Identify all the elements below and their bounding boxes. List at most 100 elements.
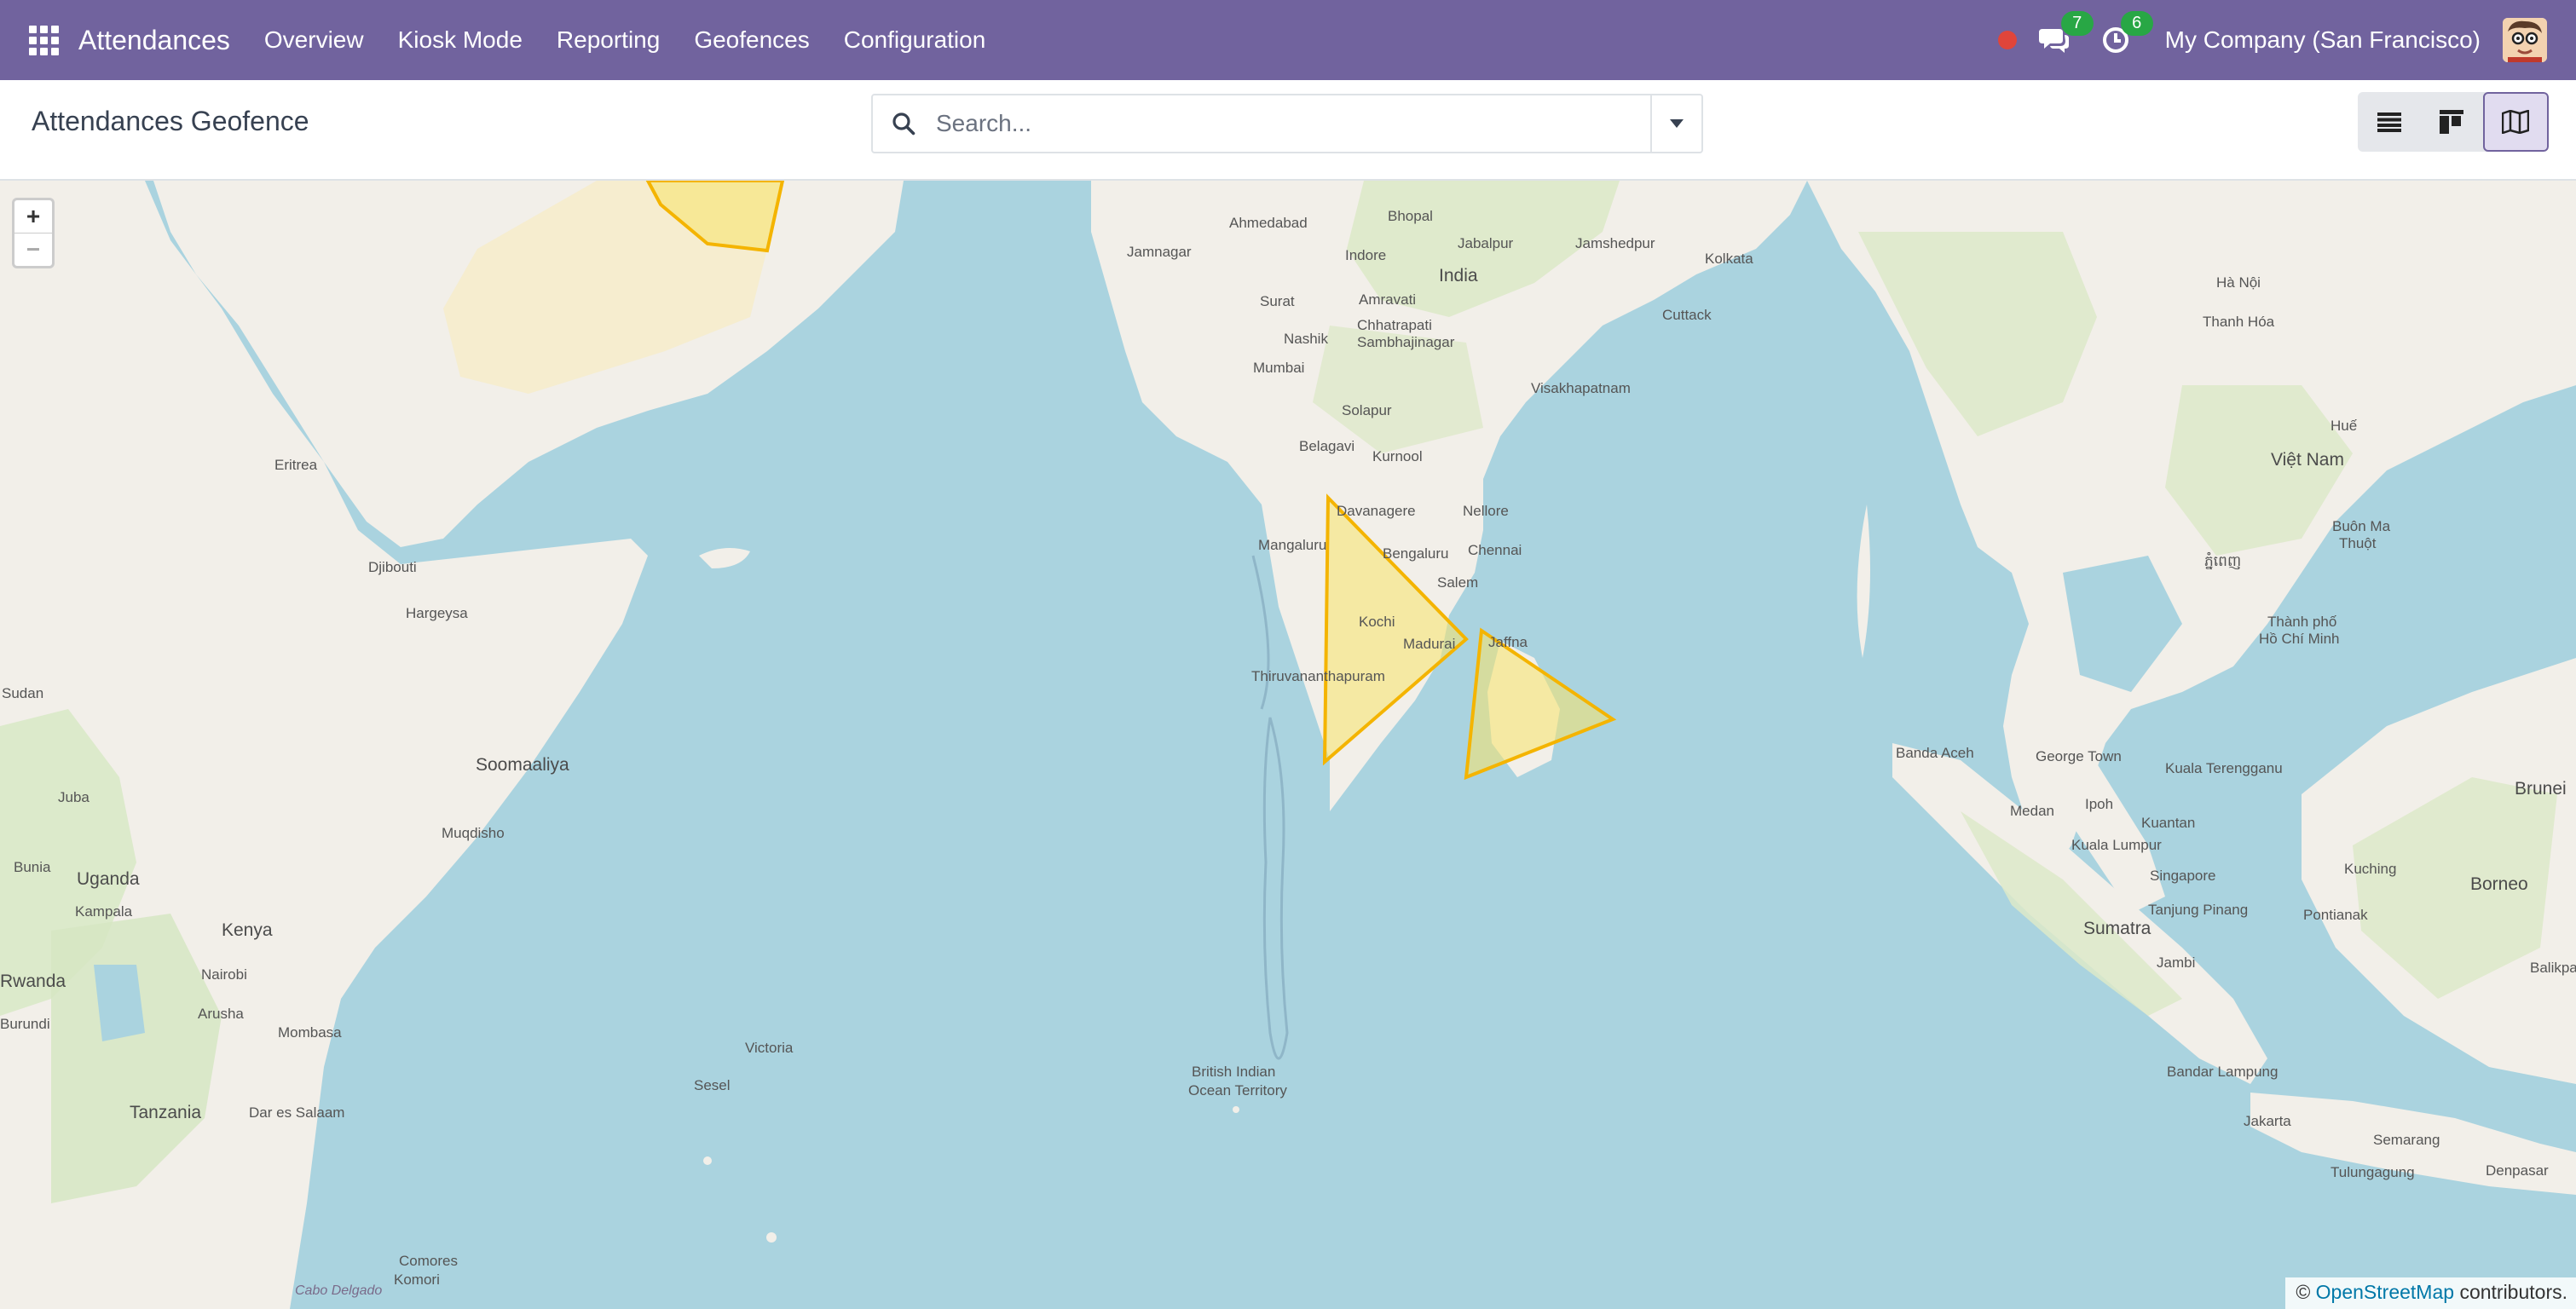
map-label: Cuttack [1662, 307, 1712, 323]
company-switcher[interactable]: My Company (San Francisco) [2165, 26, 2481, 54]
map-label: Bunia [14, 859, 51, 875]
map-label: Davanagere [1337, 503, 1416, 519]
map-label: Belagavi [1299, 438, 1355, 454]
map-zoom-control: + − [12, 198, 55, 268]
map-label: Visakhapatnam [1531, 380, 1631, 396]
map-label: Ahmedabad [1229, 215, 1308, 231]
map-label: Denpasar [2486, 1162, 2549, 1179]
map-label: Comores [399, 1253, 458, 1269]
map-label: Kuching [2344, 861, 2397, 877]
map-label: Chennai [1468, 542, 1522, 558]
menu-overview[interactable]: Overview [247, 26, 381, 54]
search-icon [873, 112, 934, 136]
map-label: Surat [1260, 293, 1295, 309]
map-label: Eritrea [274, 457, 318, 473]
map-label: Pontianak [2303, 907, 2368, 923]
geofence-map[interactable]: Ahmedabad Bhopal Jabalpur Jamshedpur Kol… [0, 181, 2576, 1309]
messages-count-badge: 7 [2060, 11, 2094, 36]
app-name[interactable]: Attendances [78, 25, 230, 56]
list-view-button[interactable] [2358, 92, 2420, 152]
map-label: Sambhajinagar [1357, 334, 1455, 350]
map-label: Bengaluru [1383, 545, 1449, 562]
recording-indicator-icon[interactable] [1997, 31, 2017, 49]
map-label: Tanzania [130, 1103, 202, 1122]
map-label: Mangaluru [1258, 537, 1327, 553]
map-label: Ipoh [2085, 796, 2114, 812]
map-label: Amravati [1359, 291, 1417, 308]
map-label: Victoria [745, 1040, 794, 1056]
map-label: Soomaaliya [476, 755, 569, 775]
map-label: Thuột [2339, 535, 2377, 551]
zoom-out-button[interactable]: − [14, 233, 52, 266]
map-label: Borneo [2470, 874, 2528, 894]
menu-reporting[interactable]: Reporting [540, 26, 677, 54]
map-label: Sudan [2, 685, 44, 701]
map-label: Sumatra [2083, 919, 2151, 938]
map-label: Uganda [77, 869, 140, 889]
map-label: Tulungagung [2331, 1164, 2415, 1180]
map-label: Madurai [1403, 636, 1456, 652]
kanban-icon [2439, 110, 2463, 134]
control-panel: Attendances Geofence [0, 80, 2576, 181]
map-attribution: © OpenStreetMap contributors. [2285, 1277, 2576, 1309]
map-label: Burundi [0, 1016, 50, 1032]
map-label: George Town [2036, 748, 2122, 764]
menu-configuration[interactable]: Configuration [827, 26, 1003, 54]
map-tiles [0, 181, 2576, 1309]
map-label: Hồ Chí Minh [2259, 631, 2340, 647]
map-label: Thiruvananthapuram [1251, 668, 1385, 684]
list-icon [2377, 112, 2401, 132]
map-label: Solapur [1342, 402, 1392, 418]
map-label: Djibouti [368, 559, 417, 575]
caret-down-icon [1670, 119, 1684, 128]
map-label: Komori [394, 1272, 440, 1288]
map-label: Mombasa [278, 1024, 342, 1041]
map-label: British Indian [1192, 1064, 1276, 1080]
map-label: Hà Nội [2216, 274, 2261, 291]
activities-button[interactable]: 6 [2102, 11, 2153, 54]
map-label: Singapore [2150, 868, 2216, 884]
openstreetmap-link[interactable]: OpenStreetMap [2316, 1281, 2454, 1303]
search-input[interactable] [934, 95, 1650, 153]
map-label: Brunei [2515, 779, 2567, 799]
search-bar[interactable] [871, 94, 1703, 153]
map-label: Sesel [694, 1077, 731, 1093]
map-label: Bhopal [1388, 208, 1433, 224]
menu-kiosk-mode[interactable]: Kiosk Mode [381, 26, 540, 54]
map-label: Hargeysa [406, 605, 468, 621]
activities-count-badge: 6 [2120, 11, 2153, 36]
map-label: ភ្នំពេញ [2204, 553, 2242, 569]
map-label: Salem [1437, 574, 1479, 591]
map-label: Mumbai [1253, 360, 1305, 376]
map-label: Tanjung Pinang [2148, 902, 2249, 918]
map-label: Arusha [198, 1006, 244, 1022]
map-label: Juba [58, 789, 90, 805]
map-label: Kuantan [2141, 815, 2196, 831]
view-switcher [2358, 92, 2549, 152]
kanban-view-button[interactable] [2420, 92, 2482, 152]
messages-button[interactable]: 7 [2038, 11, 2094, 54]
zoom-in-button[interactable]: + [14, 200, 52, 233]
map-label: India [1439, 266, 1478, 285]
map-label: Balikpa [2530, 960, 2576, 976]
map-view-button[interactable] [2482, 92, 2549, 152]
map-label: Nairobi [201, 966, 247, 983]
map-label: Jabalpur [1458, 235, 1514, 251]
map-label: Cabo Delgado [295, 1283, 383, 1298]
map-label: Jakarta [2244, 1113, 2291, 1129]
menu-geofences[interactable]: Geofences [677, 26, 826, 54]
attribution-suffix: contributors. [2459, 1281, 2567, 1303]
map-label: Medan [2010, 803, 2054, 819]
map-icon [2502, 110, 2530, 134]
map-label: Kochi [1359, 614, 1395, 630]
search-options-toggle[interactable] [1650, 95, 1701, 152]
page-title: Attendances Geofence [32, 106, 309, 136]
app-menu-icon[interactable] [22, 19, 65, 61]
user-avatar[interactable] [2503, 18, 2547, 62]
map-label: Kenya [222, 920, 273, 940]
map-label: Thành phố [2267, 614, 2337, 630]
map-label: Nellore [1463, 503, 1509, 519]
top-navbar: Attendances Overview Kiosk Mode Reportin… [0, 0, 2576, 80]
map-label: Chhatrapati [1357, 317, 1432, 333]
map-label: Rwanda [0, 972, 66, 991]
